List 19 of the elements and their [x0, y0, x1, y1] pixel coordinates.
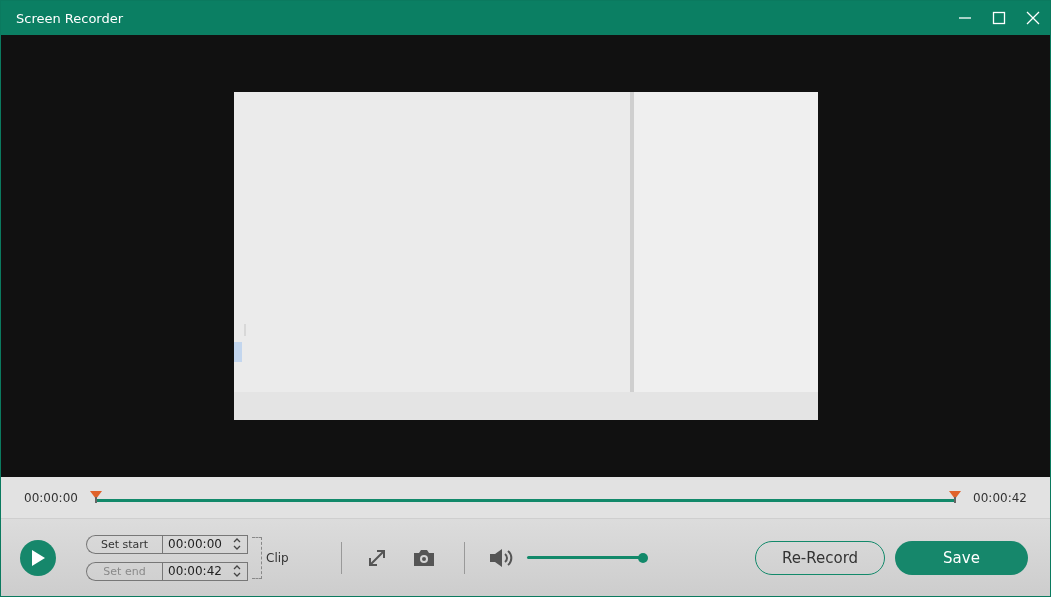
camera-icon[interactable] — [411, 547, 436, 568]
start-time: 00:00:00 — [24, 490, 78, 505]
maximize-icon — [992, 11, 1006, 25]
close-icon — [1026, 11, 1040, 25]
timeline-track[interactable] — [89, 489, 962, 506]
volume-icon[interactable] — [488, 546, 513, 569]
play-icon — [31, 549, 45, 566]
play-button[interactable] — [20, 539, 56, 576]
start-marker-icon[interactable] — [89, 490, 102, 503]
end-time: 00:00:42 — [973, 490, 1027, 505]
save-button[interactable]: Save — [895, 540, 1028, 575]
spinner-icon[interactable] — [232, 564, 242, 578]
window-title: Screen Recorder — [16, 10, 125, 26]
slider-thumb[interactable] — [637, 552, 648, 563]
clip-label: Clip — [266, 550, 289, 565]
clip-bracket — [252, 536, 262, 579]
end-marker-icon[interactable] — [949, 490, 962, 503]
time-field[interactable]: 00:00:00 — [162, 534, 248, 554]
spinner-icon[interactable] — [232, 537, 242, 551]
